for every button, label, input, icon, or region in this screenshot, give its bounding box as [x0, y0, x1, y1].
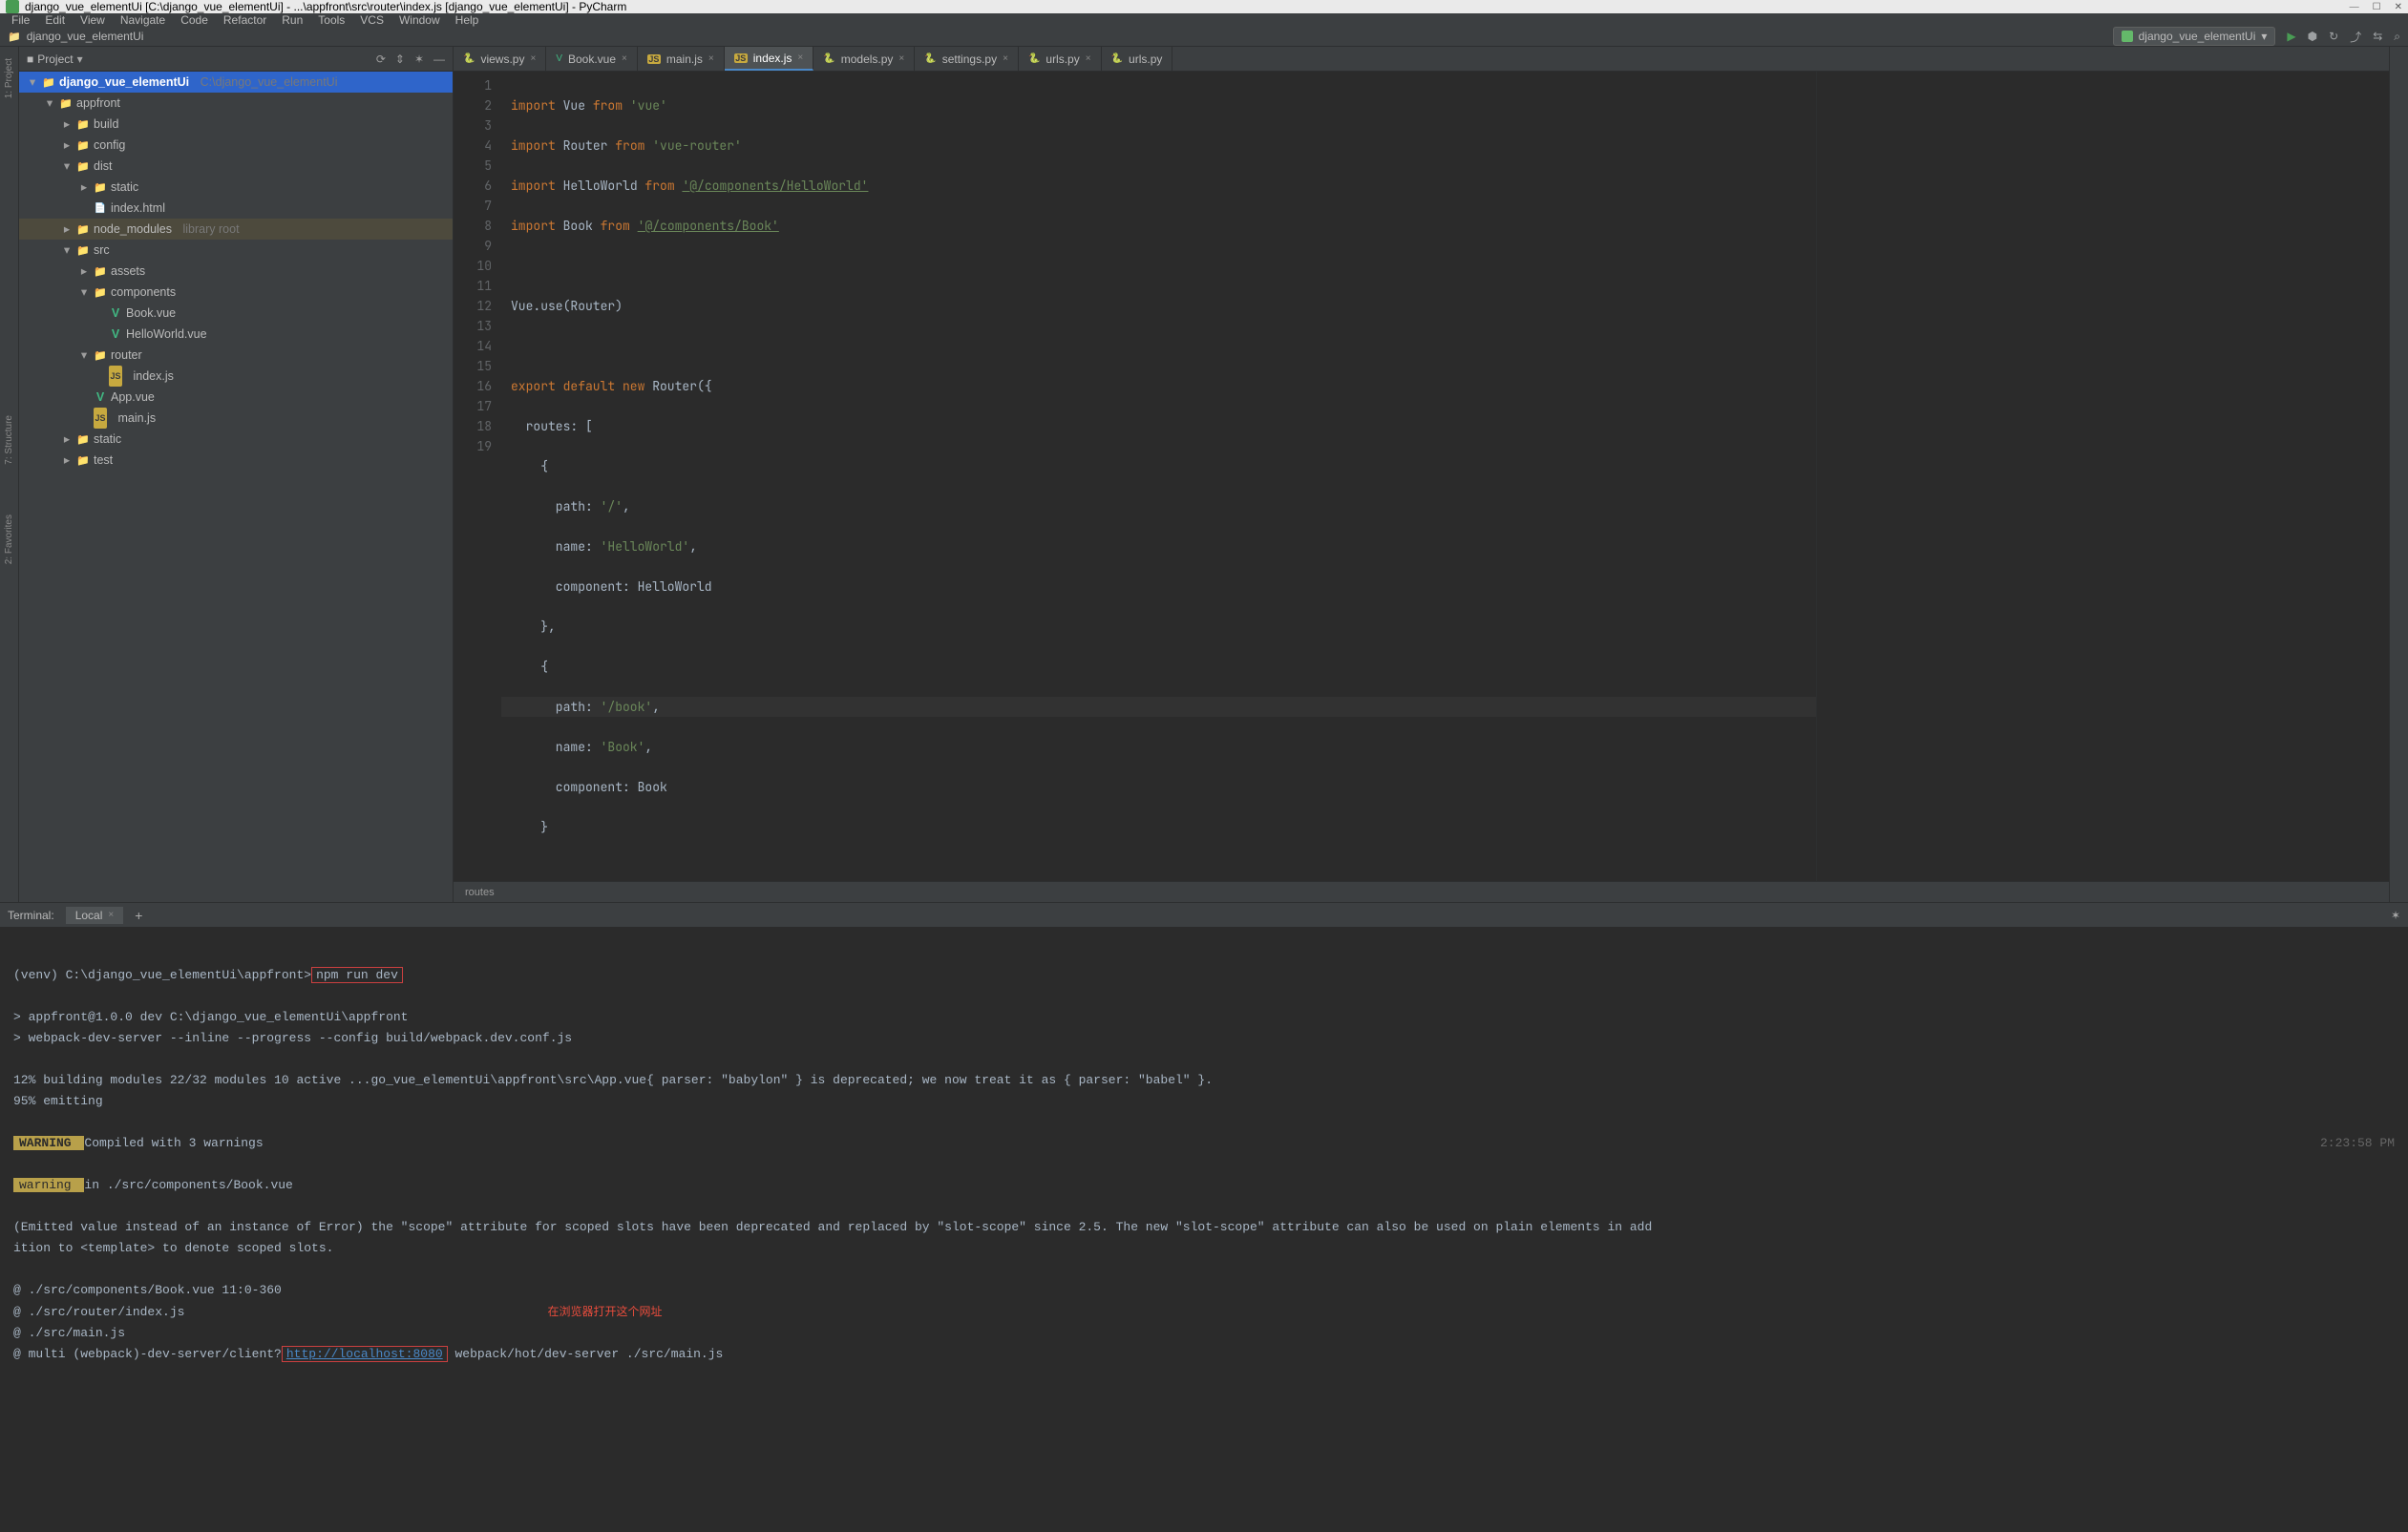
- right-tool-strip: [2389, 47, 2408, 902]
- menu-bar: File Edit View Navigate Code Refactor Ru…: [0, 13, 2408, 27]
- collapse-icon[interactable]: ⇕: [395, 52, 405, 66]
- navigation-bar: django_vue_elementUi django_vue_elementU…: [0, 27, 2408, 47]
- terminal-settings-icon[interactable]: ✶: [2391, 909, 2400, 922]
- project-tree[interactable]: django_vue_elementUi C:\django_vue_eleme…: [19, 72, 453, 902]
- compile-timestamp: 2:23:58 PM: [2320, 1133, 2395, 1154]
- tree-assets[interactable]: assets: [19, 261, 453, 282]
- menu-code[interactable]: Code: [173, 13, 216, 27]
- menu-window[interactable]: Window: [391, 13, 448, 27]
- tree-test[interactable]: test: [19, 450, 453, 471]
- menu-help[interactable]: Help: [448, 13, 487, 27]
- tab-settings-py[interactable]: 🐍settings.py×: [915, 47, 1019, 71]
- highlighted-command: npm run dev: [311, 967, 403, 983]
- localhost-link[interactable]: http://localhost:8080: [286, 1347, 443, 1361]
- editor-content[interactable]: import Vue from 'vue' import Router from…: [501, 72, 1816, 881]
- chevron-down-icon: ▾: [2261, 30, 2267, 43]
- left-tool-strip: 1: Project 7: Structure 2: Favorites: [0, 47, 19, 902]
- warning-badge: warning: [13, 1178, 84, 1192]
- window-titlebar: django_vue_elementUi [C:\django_vue_elem…: [0, 0, 2408, 13]
- app-icon: [6, 0, 19, 13]
- maximize-button[interactable]: ☐: [2373, 2, 2381, 12]
- tree-index-html[interactable]: index.html: [19, 198, 453, 219]
- tree-dist[interactable]: dist: [19, 156, 453, 177]
- terminal-new-tab-button[interactable]: +: [135, 908, 142, 923]
- favorites-tool-tab[interactable]: 2: Favorites: [2, 509, 16, 570]
- tree-project-root[interactable]: django_vue_elementUi C:\django_vue_eleme…: [19, 72, 453, 93]
- run-config-label: django_vue_elementUi: [2139, 30, 2256, 43]
- menu-tools[interactable]: Tools: [310, 13, 352, 27]
- menu-edit[interactable]: Edit: [37, 13, 73, 27]
- rerun-button[interactable]: ↻: [2329, 30, 2338, 43]
- terminal-output[interactable]: (venv) C:\django_vue_elementUi\appfront>…: [0, 927, 2408, 1532]
- menu-run[interactable]: Run: [274, 13, 310, 27]
- tree-static[interactable]: static: [19, 429, 453, 450]
- tree-config[interactable]: config: [19, 135, 453, 156]
- editor-right-split: [1816, 72, 2389, 881]
- update-button[interactable]: ⤴: [2350, 29, 2361, 45]
- tab-book-vue[interactable]: VBook.vue×: [546, 47, 638, 71]
- tree-router[interactable]: router: [19, 345, 453, 366]
- settings-icon[interactable]: ✶: [414, 52, 424, 66]
- tree-build[interactable]: build: [19, 114, 453, 135]
- menu-file[interactable]: File: [4, 13, 37, 27]
- warning-badge: WARNING: [13, 1136, 84, 1150]
- tree-index-js[interactable]: JS index.js: [19, 366, 453, 387]
- menu-vcs[interactable]: VCS: [352, 13, 391, 27]
- tree-src[interactable]: src: [19, 240, 453, 261]
- menu-view[interactable]: View: [73, 13, 113, 27]
- tree-components[interactable]: components: [19, 282, 453, 303]
- django-icon: [2122, 31, 2133, 42]
- project-tool-tab[interactable]: 1: Project: [2, 52, 16, 104]
- tab-urls-py-2[interactable]: 🐍urls.py: [1102, 47, 1173, 71]
- editor-breadcrumb[interactable]: routes: [454, 881, 2389, 902]
- terminal-title: Terminal:: [8, 909, 54, 922]
- debug-button[interactable]: ⬢: [2308, 30, 2317, 43]
- run-button[interactable]: ▶: [2287, 30, 2295, 43]
- folder-icon: [8, 30, 21, 43]
- project-tool-window: ■ Project ⟳ ⇕ ✶ — django_vue_elementUi C…: [19, 47, 454, 902]
- tree-node-modules[interactable]: node_modules library root: [19, 219, 453, 240]
- editor-tabs: 🐍views.py× VBook.vue× JSmain.js× JSindex…: [454, 47, 2389, 72]
- tree-app-vue[interactable]: App.vue: [19, 387, 453, 408]
- tree-dist-static[interactable]: static: [19, 177, 453, 198]
- window-title: django_vue_elementUi [C:\django_vue_elem…: [25, 0, 626, 13]
- menu-navigate[interactable]: Navigate: [113, 13, 173, 27]
- tab-views-py[interactable]: 🐍views.py×: [454, 47, 546, 71]
- annotation-text: 在浏览器打开这个网址: [547, 1305, 662, 1318]
- search-button[interactable]: ⌕: [2394, 30, 2400, 44]
- menu-refactor[interactable]: Refactor: [216, 13, 274, 27]
- tab-index-js[interactable]: JSindex.js×: [725, 47, 814, 71]
- close-button[interactable]: ✕: [2395, 2, 2402, 12]
- structure-tool-tab[interactable]: 7: Structure: [2, 409, 16, 471]
- tree-main-js[interactable]: JS main.js: [19, 408, 453, 429]
- breadcrumb-root[interactable]: django_vue_elementUi: [27, 30, 144, 43]
- terminal-tab-local[interactable]: Local×: [66, 907, 124, 924]
- tab-models-py[interactable]: 🐍models.py×: [813, 47, 915, 71]
- tree-appfront[interactable]: appfront: [19, 93, 453, 114]
- run-configuration-selector[interactable]: django_vue_elementUi ▾: [2113, 27, 2276, 46]
- project-header-icon: ■: [27, 52, 33, 66]
- tree-book-vue[interactable]: Book.vue: [19, 303, 453, 324]
- git-button[interactable]: ⇆: [2373, 30, 2382, 43]
- chevron-down-icon[interactable]: [77, 52, 83, 66]
- code-editor[interactable]: 12345678910111213141516171819 import Vue…: [454, 72, 1816, 881]
- editor-gutter: 12345678910111213141516171819: [454, 72, 501, 881]
- terminal-tool-header: Terminal: Local× + ✶: [0, 902, 2408, 927]
- tab-urls-py-1[interactable]: 🐍urls.py×: [1019, 47, 1102, 71]
- hide-icon[interactable]: —: [433, 52, 445, 66]
- tree-hello-vue[interactable]: HelloWorld.vue: [19, 324, 453, 345]
- locate-icon[interactable]: ⟳: [376, 52, 386, 66]
- tab-main-js[interactable]: JSmain.js×: [638, 47, 725, 71]
- project-header-title[interactable]: Project: [37, 52, 73, 66]
- minimize-button[interactable]: —: [2350, 2, 2359, 12]
